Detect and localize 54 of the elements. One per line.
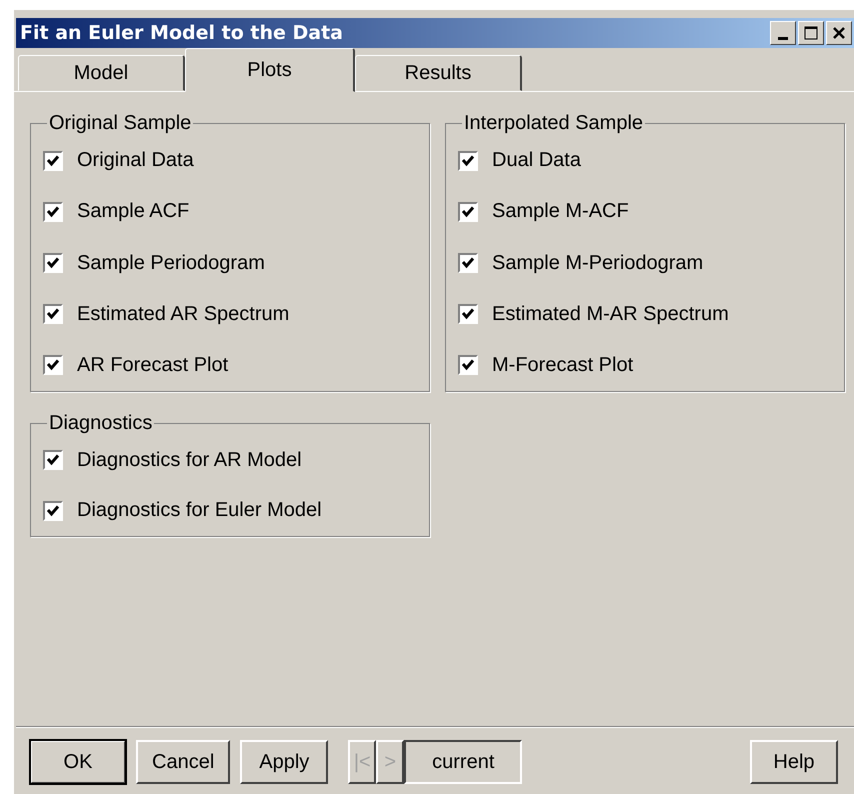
checkbox[interactable] (43, 253, 63, 273)
check-icon (461, 204, 475, 219)
checkbox-label[interactable]: Sample M-ACF (492, 200, 629, 224)
checkbox[interactable] (458, 253, 478, 273)
dialog-button[interactable]: Apply (240, 740, 328, 784)
tab[interactable]: Results (355, 55, 522, 91)
check-icon (46, 256, 60, 270)
check-icon (461, 358, 475, 372)
group-title: Original Sample (48, 112, 192, 135)
close-button[interactable] (826, 21, 852, 45)
checkbox[interactable] (43, 202, 63, 222)
tab[interactable]: Model (18, 55, 185, 91)
group-title: Diagnostics (48, 412, 154, 435)
tab[interactable]: Plots (185, 48, 355, 92)
checkbox-label[interactable]: Sample M-Periodogram (492, 252, 704, 274)
check-icon (46, 154, 60, 168)
help-button[interactable]: Help (750, 740, 838, 784)
checkbox-label[interactable]: Sample Periodogram (77, 252, 265, 274)
dialog-button[interactable]: Cancel (136, 740, 230, 784)
checkbox[interactable] (43, 304, 63, 324)
checkbox[interactable] (43, 355, 63, 376)
checkbox-label[interactable]: Diagnostics for AR Model (77, 448, 302, 472)
check-icon (461, 307, 475, 322)
maximize-button[interactable] (798, 21, 824, 45)
checkbox-label[interactable]: Dual Data (492, 149, 581, 172)
checkbox-label[interactable]: Diagnostics for Euler Model (77, 499, 322, 522)
checkbox-label[interactable]: Estimated AR Spectrum (77, 302, 290, 326)
checkbox-label[interactable]: AR Forecast Plot (77, 354, 228, 377)
checkbox-label[interactable]: Sample ACF (77, 200, 190, 224)
check-icon (46, 358, 60, 372)
minimize-button[interactable] (770, 21, 796, 45)
check-icon (46, 307, 60, 322)
current-field: current (404, 740, 522, 784)
checkbox-label[interactable]: Estimated M-AR Spectrum (492, 302, 729, 326)
checkbox[interactable] (458, 304, 478, 324)
minimize-icon (778, 36, 788, 40)
check-icon (46, 204, 60, 219)
close-icon (832, 26, 846, 40)
checkbox-label[interactable]: M-Forecast Plot (492, 354, 634, 377)
group-title: Interpolated Sample (463, 112, 644, 135)
checkbox[interactable] (458, 150, 478, 171)
checkbox[interactable] (43, 450, 63, 470)
checkbox[interactable] (458, 202, 478, 222)
check-icon (46, 453, 60, 468)
checkbox-label[interactable]: Original Data (77, 149, 194, 172)
dialog-button[interactable]: OK (30, 740, 126, 784)
checkbox[interactable] (43, 150, 63, 171)
check-icon (461, 154, 475, 168)
checkbox[interactable] (458, 355, 478, 376)
checkbox[interactable] (43, 500, 63, 521)
check-icon (46, 504, 60, 518)
window-title: Fit an Euler Model to the Data (20, 22, 343, 44)
check-icon (461, 256, 475, 270)
maximize-icon (804, 26, 818, 40)
